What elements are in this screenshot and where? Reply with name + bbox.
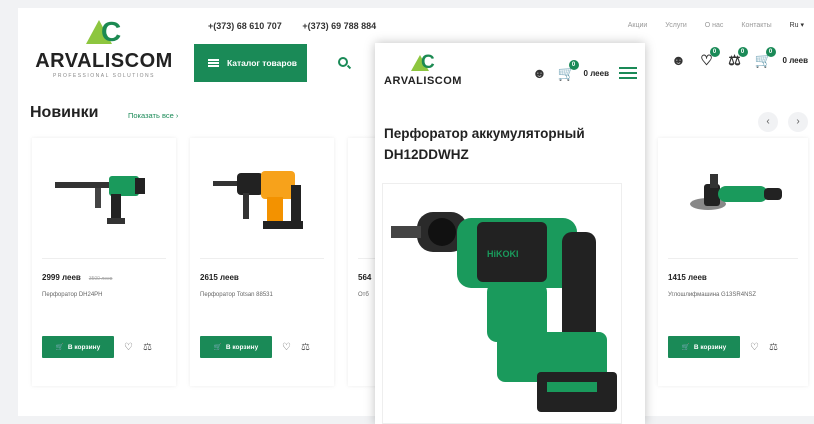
- cart-icon[interactable]: 🛒 0: [558, 60, 579, 81]
- old-price: 3500 леев: [88, 276, 113, 282]
- cart-icon[interactable]: 🛒 0: [755, 47, 776, 68]
- next-arrow-icon[interactable]: ›: [788, 112, 808, 132]
- product-price: 2615 леев: [200, 273, 239, 282]
- carousel-arrows: ‹ ›: [758, 112, 808, 132]
- link-promotions[interactable]: Акции: [628, 22, 648, 29]
- link-services[interactable]: Услуги: [665, 22, 687, 29]
- product-title: Перфоратор аккумуляторный DH12DDWHZ: [384, 126, 585, 162]
- user-icon[interactable]: ☻: [532, 65, 548, 81]
- product-image-angle-grinder[interactable]: [658, 138, 808, 258]
- product-card[interactable]: 2999 леев 3500 леев Перфоратор DH24PH 🛒 В …: [32, 138, 176, 386]
- product-card[interactable]: 2615 леев Перфоратор Totsan 88531 🛒 В кор…: [190, 138, 334, 386]
- cart-badge: 0: [765, 47, 776, 57]
- wish-badge: 0: [709, 47, 720, 57]
- compare-icon[interactable]: ⚖: [769, 342, 778, 353]
- logo-subtitle: PROFESSIONAL SOLUTIONS: [53, 73, 155, 79]
- user-icon[interactable]: ☻: [671, 52, 687, 68]
- phone-1[interactable]: +(373) 68 610 707: [208, 21, 282, 31]
- header-icons: ☻ ♡ 0 ⚖ 0 🛒 0 0 леев: [671, 47, 808, 68]
- logo-mark: C: [409, 53, 437, 73]
- phone-2[interactable]: +(373) 69 788 884: [302, 21, 376, 31]
- add-to-cart-button[interactable]: 🛒 В корзину: [42, 336, 114, 358]
- cart-small-icon: 🛒: [681, 344, 690, 351]
- cart-badge: 0: [568, 60, 579, 70]
- section-title: Новинки: [30, 104, 99, 121]
- wishlist-icon[interactable]: ♡: [124, 342, 133, 353]
- add-to-cart-button[interactable]: 🛒 В корзину: [200, 336, 272, 358]
- logo-mark: C: [84, 18, 124, 48]
- search-icon[interactable]: [338, 57, 348, 67]
- compare-icon[interactable]: ⚖ 0: [727, 47, 748, 68]
- cart-small-icon: 🛒: [55, 344, 64, 351]
- mobile-header-icons: ☻ 🛒 0 0 леев: [532, 60, 637, 81]
- compare-icon[interactable]: ⚖: [301, 342, 310, 353]
- product-main-image[interactable]: HiKOKI: [382, 183, 622, 424]
- catalog-label: Каталог товаров: [227, 58, 297, 68]
- cart-total: 0 леев: [583, 68, 609, 78]
- show-all-link[interactable]: Показать все ›: [128, 111, 178, 120]
- page: C ARVALISCOM PROFESSIONAL SOLUTIONS +(37…: [18, 8, 814, 424]
- link-contacts[interactable]: Контакты: [741, 22, 771, 29]
- product-name[interactable]: Углошлифмашина G13SR4NSZ: [668, 292, 808, 298]
- menu-icon: [208, 59, 219, 67]
- wishlist-icon[interactable]: ♡: [750, 342, 759, 353]
- product-actions: 🛒 В корзину ♡ ⚖: [200, 336, 310, 358]
- add-to-cart-button[interactable]: 🛒 В корзину: [668, 336, 740, 358]
- tool-brand: HiKOKI: [487, 249, 519, 259]
- product-name[interactable]: Перфоратор Totsan 88531: [200, 292, 334, 298]
- compare-badge: 0: [737, 47, 748, 57]
- mobile-logo[interactable]: C ARVALISCOM: [383, 49, 463, 87]
- compare-icon[interactable]: ⚖: [143, 342, 152, 353]
- site-logo[interactable]: C ARVALISCOM PROFESSIONAL SOLUTIONS: [18, 12, 190, 84]
- product-image-rotary-hammer[interactable]: [190, 138, 334, 258]
- prev-arrow-icon[interactable]: ‹: [758, 112, 778, 132]
- product-price: 1415 леев: [668, 273, 707, 282]
- product-price: 2999 леев 3500 леев: [42, 273, 113, 282]
- product-name[interactable]: Перфоратор DH24PH: [42, 292, 176, 298]
- product-actions: 🛒 В корзину ♡ ⚖: [42, 336, 152, 358]
- link-about[interactable]: О нас: [705, 22, 724, 29]
- product-image-drill[interactable]: [32, 138, 176, 258]
- top-links: Акции Услуги О нас Контакты Ru ▾: [612, 21, 804, 29]
- product-actions: 🛒 В корзину ♡ ⚖: [668, 336, 778, 358]
- catalog-button[interactable]: Каталог товаров: [194, 44, 307, 82]
- mobile-menu-icon[interactable]: [619, 67, 637, 79]
- cart-small-icon: 🛒: [213, 344, 222, 351]
- logo-text: ARVALISCOM: [384, 75, 462, 87]
- logo-text: ARVALISCOM: [35, 50, 173, 72]
- cart-total: 0 леев: [782, 55, 808, 65]
- product-card[interactable]: 1415 леев Углошлифмашина G13SR4NSZ 🛒 В ко…: [658, 138, 808, 386]
- mobile-product-view: C ARVALISCOM ☻ 🛒 0 0 леев Перфоратор акку…: [375, 43, 645, 424]
- heart-icon[interactable]: ♡ 0: [699, 47, 720, 68]
- phone-numbers: +(373) 68 610 707 +(373) 69 788 884: [208, 21, 394, 31]
- language-select[interactable]: Ru ▾: [790, 22, 804, 29]
- wishlist-icon[interactable]: ♡: [282, 342, 291, 353]
